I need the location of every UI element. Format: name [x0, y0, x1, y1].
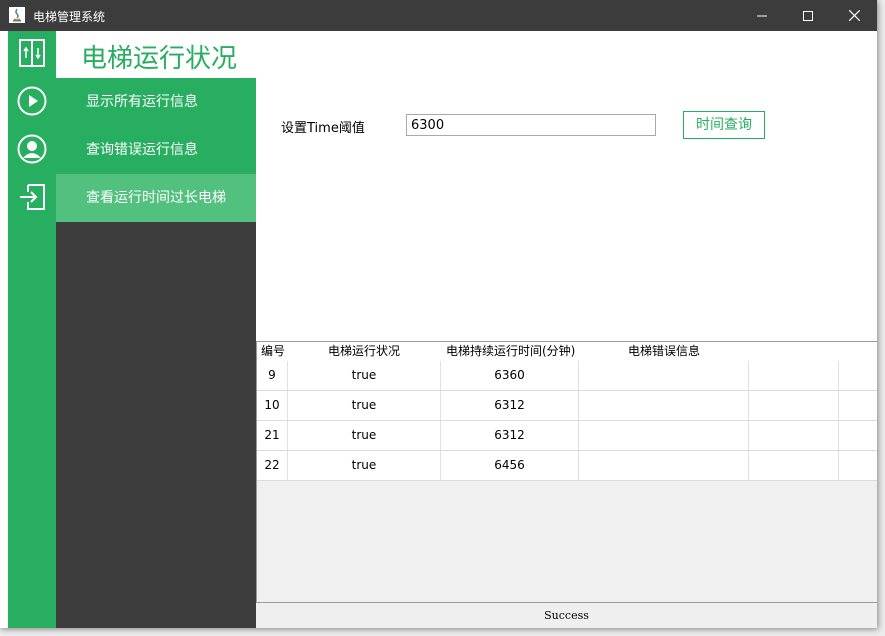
table-row[interactable]: 10 true 6312 [257, 391, 877, 421]
window-title: 电梯管理系统 [33, 10, 106, 24]
table-row[interactable]: 22 true 6456 [257, 451, 877, 481]
close-button[interactable] [831, 0, 877, 31]
column-header-id[interactable]: 编号 [261, 342, 286, 361]
cell-error [579, 421, 749, 450]
sidebar-menu: 显示所有运行信息 查询错误运行信息 查看运行时间过长电梯 [56, 78, 256, 628]
cell-id: 21 [257, 421, 288, 450]
rail-elevator-button[interactable] [16, 37, 48, 69]
maximize-icon [803, 10, 813, 21]
cell-id: 22 [257, 451, 288, 480]
background-strip-bottom [0, 628, 885, 636]
icon-rail [8, 31, 56, 628]
column-header-runtime[interactable]: 电梯持续运行时间(分钟) [446, 342, 576, 361]
cell-runtime: 6312 [441, 391, 579, 420]
java-app-icon [9, 7, 25, 23]
logout-icon [20, 184, 45, 210]
cell-status: true [288, 451, 441, 480]
cell-id: 9 [257, 361, 288, 390]
rail-play-button[interactable] [16, 85, 48, 117]
cell-error [579, 391, 749, 420]
maximize-button[interactable] [785, 0, 831, 31]
cell-error [579, 451, 749, 480]
table-row[interactable]: 21 true 6312 [257, 421, 877, 451]
results-table: 编号 电梯运行状况 电梯持续运行时间(分钟) 电梯错误信息 9 true 636… [256, 341, 877, 602]
page-title: 电梯运行状况 [81, 44, 238, 74]
cell-status: true [288, 421, 441, 450]
app-window: 电梯管理系统 电梯运行状况 显示所有运行信息 查询错误运行信息 查看运行时间过长… [0, 0, 877, 628]
menu-item-show-all[interactable]: 显示所有运行信息 [56, 78, 256, 126]
threshold-label: 设置Time阈值 [281, 121, 365, 136]
column-header-error[interactable]: 电梯错误信息 [628, 342, 701, 361]
cell-empty [749, 451, 839, 480]
elevator-icon [19, 39, 45, 67]
column-header-status[interactable]: 电梯运行状况 [328, 342, 401, 361]
cell-empty [749, 361, 839, 390]
cell-empty [749, 421, 839, 450]
status-bar: Success [256, 602, 877, 628]
rail-logout-button[interactable] [16, 181, 48, 213]
title-bar[interactable]: 电梯管理系统 [0, 0, 877, 31]
close-icon [848, 10, 860, 21]
menu-item-long-runtime[interactable]: 查看运行时间过长电梯 [56, 174, 256, 222]
rail-user-button[interactable] [16, 133, 48, 165]
minimize-button[interactable] [739, 0, 785, 31]
background-strip-right [877, 0, 885, 636]
cell-runtime: 6456 [441, 451, 579, 480]
cell-runtime: 6312 [441, 421, 579, 450]
play-icon [17, 86, 47, 116]
cell-runtime: 6360 [441, 361, 579, 390]
threshold-input[interactable] [406, 114, 656, 136]
user-icon [17, 134, 47, 164]
cell-id: 10 [257, 391, 288, 420]
cell-error [579, 361, 749, 390]
cell-status: true [288, 391, 441, 420]
minimize-icon [757, 15, 767, 16]
menu-item-query-errors[interactable]: 查询错误运行信息 [56, 126, 256, 174]
table-row[interactable]: 9 true 6360 [257, 361, 877, 391]
cell-empty [749, 391, 839, 420]
cell-status: true [288, 361, 441, 390]
time-query-button[interactable]: 时间查询 [683, 111, 765, 139]
